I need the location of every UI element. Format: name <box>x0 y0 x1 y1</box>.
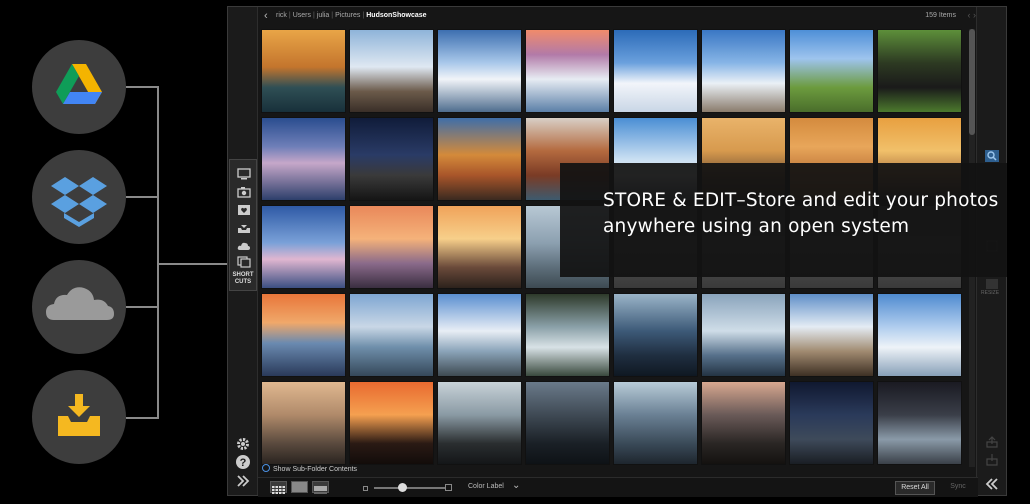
photo-thumbnail[interactable] <box>261 117 346 201</box>
photo-thumbnail[interactable] <box>701 293 786 377</box>
photo-thumbnail[interactable] <box>877 29 962 113</box>
breadcrumb: rick | Users | julia | Pictures | HudsonShowcase <box>276 12 427 19</box>
photo-thumbnail[interactable] <box>437 205 522 289</box>
item-count: 159 Items <box>925 12 956 19</box>
photo-thumbnail[interactable] <box>525 293 610 377</box>
feature-overlay: STORE & EDIT–Store and edit your photos … <box>560 163 1007 277</box>
photo-thumbnail[interactable] <box>789 381 874 465</box>
sync-button[interactable]: Sync <box>943 481 973 495</box>
google-drive-icon <box>56 64 102 104</box>
gear-icon[interactable] <box>235 436 251 452</box>
breadcrumb-separator: | <box>313 12 315 19</box>
small-size-icon[interactable] <box>363 486 368 491</box>
photo-thumbnail[interactable] <box>261 381 346 465</box>
breadcrumb-separator: | <box>288 12 291 19</box>
color-label-filter[interactable]: Color Label <box>468 483 504 490</box>
drive-icon[interactable] <box>237 222 251 234</box>
photo-thumbnail[interactable] <box>349 205 434 289</box>
photo-thumbnail[interactable] <box>613 293 698 377</box>
photo-thumbnail[interactable] <box>701 29 786 113</box>
photo-thumbnail[interactable] <box>349 29 434 113</box>
svg-text:?: ? <box>240 457 247 469</box>
photo-thumbnail[interactable] <box>613 381 698 465</box>
shortcuts-panel: SHORT CUTS <box>229 159 257 291</box>
photo-thumbnail[interactable] <box>437 117 522 201</box>
photo-thumbnail[interactable] <box>437 29 522 113</box>
browse-icon[interactable] <box>237 256 251 268</box>
bottom-toolbar: Color Label ⌄ Reset All Sync <box>258 477 978 497</box>
resize-icon[interactable] <box>984 277 1000 291</box>
search-browse-icon[interactable] <box>984 149 1000 163</box>
reset-all-button[interactable]: Reset All <box>895 481 935 495</box>
breadcrumb-separator: | <box>362 12 365 19</box>
page-nav-arrows[interactable]: ‹ › <box>968 10 977 20</box>
photo-thumbnail[interactable] <box>525 381 610 465</box>
breadcrumb-current[interactable]: HudsonShowcase <box>366 12 426 19</box>
drive-tray-icon <box>58 394 100 436</box>
back-arrow-icon[interactable]: ‹ <box>264 10 268 22</box>
collapse-panel-icon[interactable] <box>984 477 1000 491</box>
subfolder-radio[interactable] <box>262 464 270 472</box>
chevron-down-icon[interactable]: ⌄ <box>512 480 520 491</box>
share-icon[interactable] <box>984 435 1000 449</box>
breadcrumb-item[interactable]: Users <box>293 12 311 19</box>
subfolder-label: Show Sub-Folder Contents <box>273 466 358 473</box>
photo-thumbnail[interactable] <box>437 381 522 465</box>
breadcrumb-item[interactable]: julia <box>317 12 329 19</box>
photo-thumbnail[interactable] <box>613 29 698 113</box>
breadcrumb-item[interactable]: Pictures <box>335 12 360 19</box>
onedrive-service[interactable] <box>32 260 126 354</box>
scrollbar-thumb[interactable] <box>969 29 975 135</box>
export-icon[interactable] <box>984 453 1000 467</box>
left-rail: SHORT CUTS ? <box>228 7 258 495</box>
shortcuts-label: SHORT CUTS <box>230 272 256 286</box>
photo-thumbnail[interactable] <box>349 293 434 377</box>
photo-thumbnail[interactable] <box>525 29 610 113</box>
cloud-icon[interactable] <box>237 240 251 252</box>
photo-thumbnail[interactable] <box>789 293 874 377</box>
photo-thumbnail[interactable] <box>877 381 962 465</box>
shortcuts-label-line2: CUTS <box>234 279 252 285</box>
favorites-icon[interactable] <box>237 204 251 216</box>
help-icon[interactable]: ? <box>235 454 251 470</box>
photo-thumbnail[interactable] <box>877 293 962 377</box>
thumbnail-size-knob[interactable] <box>398 483 407 492</box>
show-subfolder-option[interactable]: Show Sub-Folder Contents <box>262 464 357 473</box>
photo-thumbnail[interactable] <box>349 381 434 465</box>
photo-thumbnail[interactable] <box>261 29 346 113</box>
grid-view-button[interactable] <box>270 481 287 494</box>
onedrive-icon <box>46 287 114 320</box>
breadcrumb-item[interactable]: rick <box>276 12 287 19</box>
photo-thumbnail[interactable] <box>261 293 346 377</box>
shortcuts-label-line1: SHORT <box>232 272 254 278</box>
photo-thumbnail[interactable] <box>437 293 522 377</box>
resize-label: RESIZE <box>981 290 1000 296</box>
photo-thumbnail[interactable] <box>789 29 874 113</box>
photo-thumbnail[interactable] <box>261 205 346 289</box>
large-size-icon[interactable] <box>445 484 452 491</box>
google-drive-service[interactable] <box>32 40 126 134</box>
dropbox-icon <box>51 177 107 227</box>
overlay-caption: STORE & EDIT–Store and edit your photos … <box>603 190 999 237</box>
local-drive-service[interactable] <box>32 370 126 464</box>
breadcrumb-separator: | <box>331 12 334 19</box>
photo-thumbnail[interactable] <box>701 381 786 465</box>
computer-icon[interactable] <box>237 168 251 180</box>
thumbnail-size-slider[interactable] <box>374 487 446 489</box>
dropbox-service[interactable] <box>32 150 126 244</box>
photo-thumbnail[interactable] <box>349 117 434 201</box>
expand-panel-icon[interactable] <box>235 473 251 489</box>
detail-view-button[interactable] <box>312 481 329 494</box>
single-view-button[interactable] <box>291 481 308 493</box>
top-bar: ‹ rick | Users | julia | Pictures | HudsonShowca… <box>258 7 978 27</box>
camera-icon[interactable] <box>237 186 251 198</box>
